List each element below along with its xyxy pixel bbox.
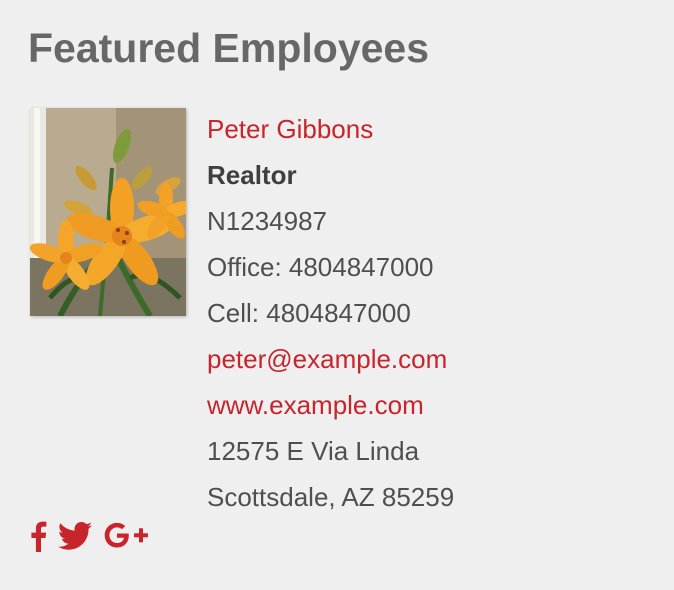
employee-office-phone: Office: 4804847000 [207, 252, 434, 282]
employee-license: N1234987 [207, 206, 327, 236]
employee-details: Peter Gibbons Realtor N1234987 Office: 4… [207, 106, 647, 520]
employee-address-line1: 12575 E Via Linda [207, 436, 420, 466]
employee-email-link[interactable]: peter@example.com [207, 336, 647, 382]
employee-cell-phone: Cell: 4804847000 [207, 298, 411, 328]
twitter-icon [58, 522, 92, 550]
google-plus-link[interactable] [102, 521, 150, 551]
employee-name-link[interactable]: Peter Gibbons [207, 106, 647, 152]
employee-title: Realtor [207, 160, 297, 190]
section-heading: Featured Employees [28, 25, 430, 71]
employee-photo[interactable] [30, 108, 186, 316]
lily-flower-image [30, 108, 186, 316]
google-plus-icon [104, 522, 148, 548]
social-links [28, 520, 150, 552]
twitter-link[interactable] [58, 521, 92, 551]
employee-website-link[interactable]: www.example.com [207, 382, 647, 428]
employee-address-line2: Scottsdale, AZ 85259 [207, 482, 455, 512]
facebook-link[interactable] [28, 520, 48, 552]
facebook-icon [31, 521, 47, 552]
